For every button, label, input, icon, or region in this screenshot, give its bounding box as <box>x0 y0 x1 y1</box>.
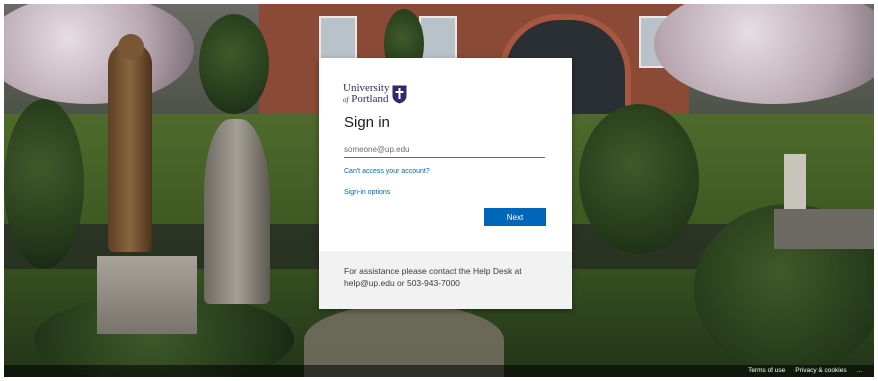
hedge <box>579 104 699 254</box>
signin-card: University of Portland Sign in Can't acc… <box>319 58 572 309</box>
standing-stone <box>204 119 270 304</box>
footer-links: Terms of use Privacy & cookies ... <box>748 367 862 374</box>
cant-access-account-link[interactable]: Can't access your account? <box>344 168 430 175</box>
footer-bar <box>4 365 874 377</box>
logo-wordmark: University of Portland <box>343 82 389 106</box>
next-button[interactable]: Next <box>484 208 546 226</box>
terms-of-use-link[interactable]: Terms of use <box>748 367 785 374</box>
help-panel: For assistance please contact the Help D… <box>319 251 572 309</box>
logo-of: of <box>343 95 349 104</box>
evergreen-tree <box>199 14 269 114</box>
statue-pedestal <box>97 256 197 334</box>
signin-options-link[interactable]: Sign-in options <box>344 189 390 196</box>
logo-line-portland: of Portland <box>343 92 389 106</box>
email-input[interactable] <box>344 141 545 158</box>
signin-title: Sign in <box>344 114 390 131</box>
university-logo: University of Portland <box>343 82 407 106</box>
signin-form: University of Portland Sign in Can't acc… <box>319 58 572 251</box>
statue <box>108 42 152 252</box>
help-desk-text: For assistance please contact the Help D… <box>344 266 522 288</box>
statue-head <box>118 34 144 60</box>
hedge <box>4 99 84 269</box>
shield-icon <box>392 85 407 103</box>
privacy-cookies-link[interactable]: Privacy & cookies <box>795 367 846 374</box>
bench <box>774 209 874 249</box>
logo-portland: Portland <box>351 92 389 105</box>
more-options-icon[interactable]: ... <box>857 367 862 374</box>
page: Terms of use Privacy & cookies ... Unive… <box>0 0 878 381</box>
